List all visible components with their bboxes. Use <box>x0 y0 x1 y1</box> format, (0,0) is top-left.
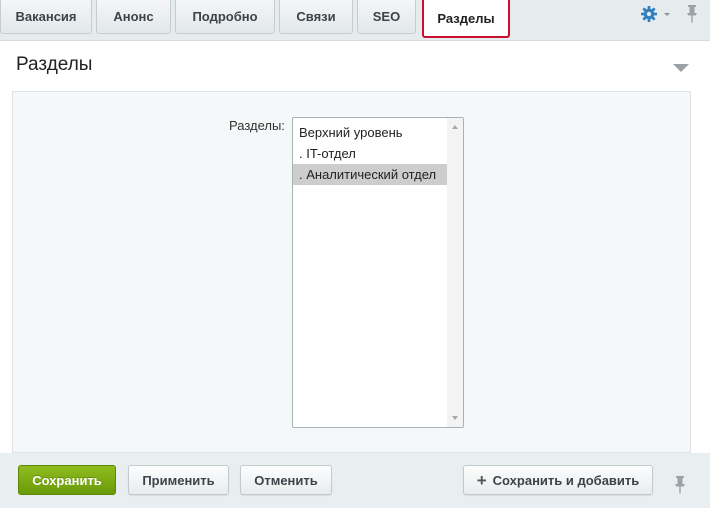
collapse-toggle[interactable] <box>671 61 691 73</box>
save-button[interactable]: Сохранить <box>18 465 116 495</box>
pin-icon <box>675 476 685 494</box>
scroll-down-icon <box>452 416 458 420</box>
tab-seo[interactable]: SEO <box>357 0 416 34</box>
scroll-down-button[interactable] <box>447 411 463 425</box>
triangle-down-icon <box>673 64 689 72</box>
gear-icon <box>641 6 657 22</box>
apply-button-label: Применить <box>142 472 215 488</box>
footer-pin-button[interactable] <box>672 475 688 495</box>
scroll-up-button[interactable] <box>447 120 463 134</box>
form-footer: Сохранить Применить Отменить + Сохранить… <box>0 453 710 508</box>
scroll-up-icon <box>452 125 458 129</box>
listbox-scrollbar[interactable] <box>447 118 463 427</box>
tab-label: Вакансия <box>15 9 77 24</box>
listbox-options: Верхний уровень . IT-отдел . Аналитическ… <box>293 122 447 185</box>
sections-listbox[interactable]: Верхний уровень . IT-отдел . Аналитическ… <box>292 117 464 428</box>
tab-svyazi[interactable]: Связи <box>279 0 353 34</box>
listbox-option[interactable]: Верхний уровень <box>293 122 447 143</box>
pin-button[interactable] <box>684 4 700 24</box>
sections-field-label: Разделы: <box>229 118 285 133</box>
listbox-option-selected[interactable]: . Аналитический отдел <box>293 164 447 185</box>
tab-vakansiya[interactable]: Вакансия <box>0 0 92 34</box>
apply-button[interactable]: Применить <box>128 465 229 495</box>
tab-bar: Вакансия Анонс Подробно Связи SEO Раздел… <box>0 0 710 40</box>
form-area: Разделы: Верхний уровень . IT-отдел . Ан… <box>12 91 691 453</box>
section-title: Разделы <box>16 54 93 75</box>
tab-razdely[interactable]: Разделы <box>422 0 510 38</box>
cancel-button[interactable]: Отменить <box>240 465 332 495</box>
save-and-add-button[interactable]: + Сохранить и добавить <box>463 465 653 495</box>
tab-label: Анонс <box>113 9 154 24</box>
save-and-add-label: Сохранить и добавить <box>492 472 640 488</box>
listbox-option[interactable]: . IT-отдел <box>293 143 447 164</box>
content-panel: Разделы Разделы: Верхний уровень . IT-от… <box>0 40 710 453</box>
chevron-down-icon <box>664 13 670 16</box>
tab-settings-button[interactable] <box>640 4 674 24</box>
pin-icon <box>687 5 697 23</box>
tab-anons[interactable]: Анонс <box>96 0 171 34</box>
tab-label: Связи <box>296 9 336 24</box>
tab-label: SEO <box>372 9 401 24</box>
plus-icon: + <box>476 470 487 490</box>
tab-label: Подробно <box>192 9 258 24</box>
tab-label: Разделы <box>437 10 495 26</box>
save-button-label: Сохранить <box>32 472 102 488</box>
tab-podrobno[interactable]: Подробно <box>175 0 275 34</box>
cancel-button-label: Отменить <box>254 472 318 488</box>
